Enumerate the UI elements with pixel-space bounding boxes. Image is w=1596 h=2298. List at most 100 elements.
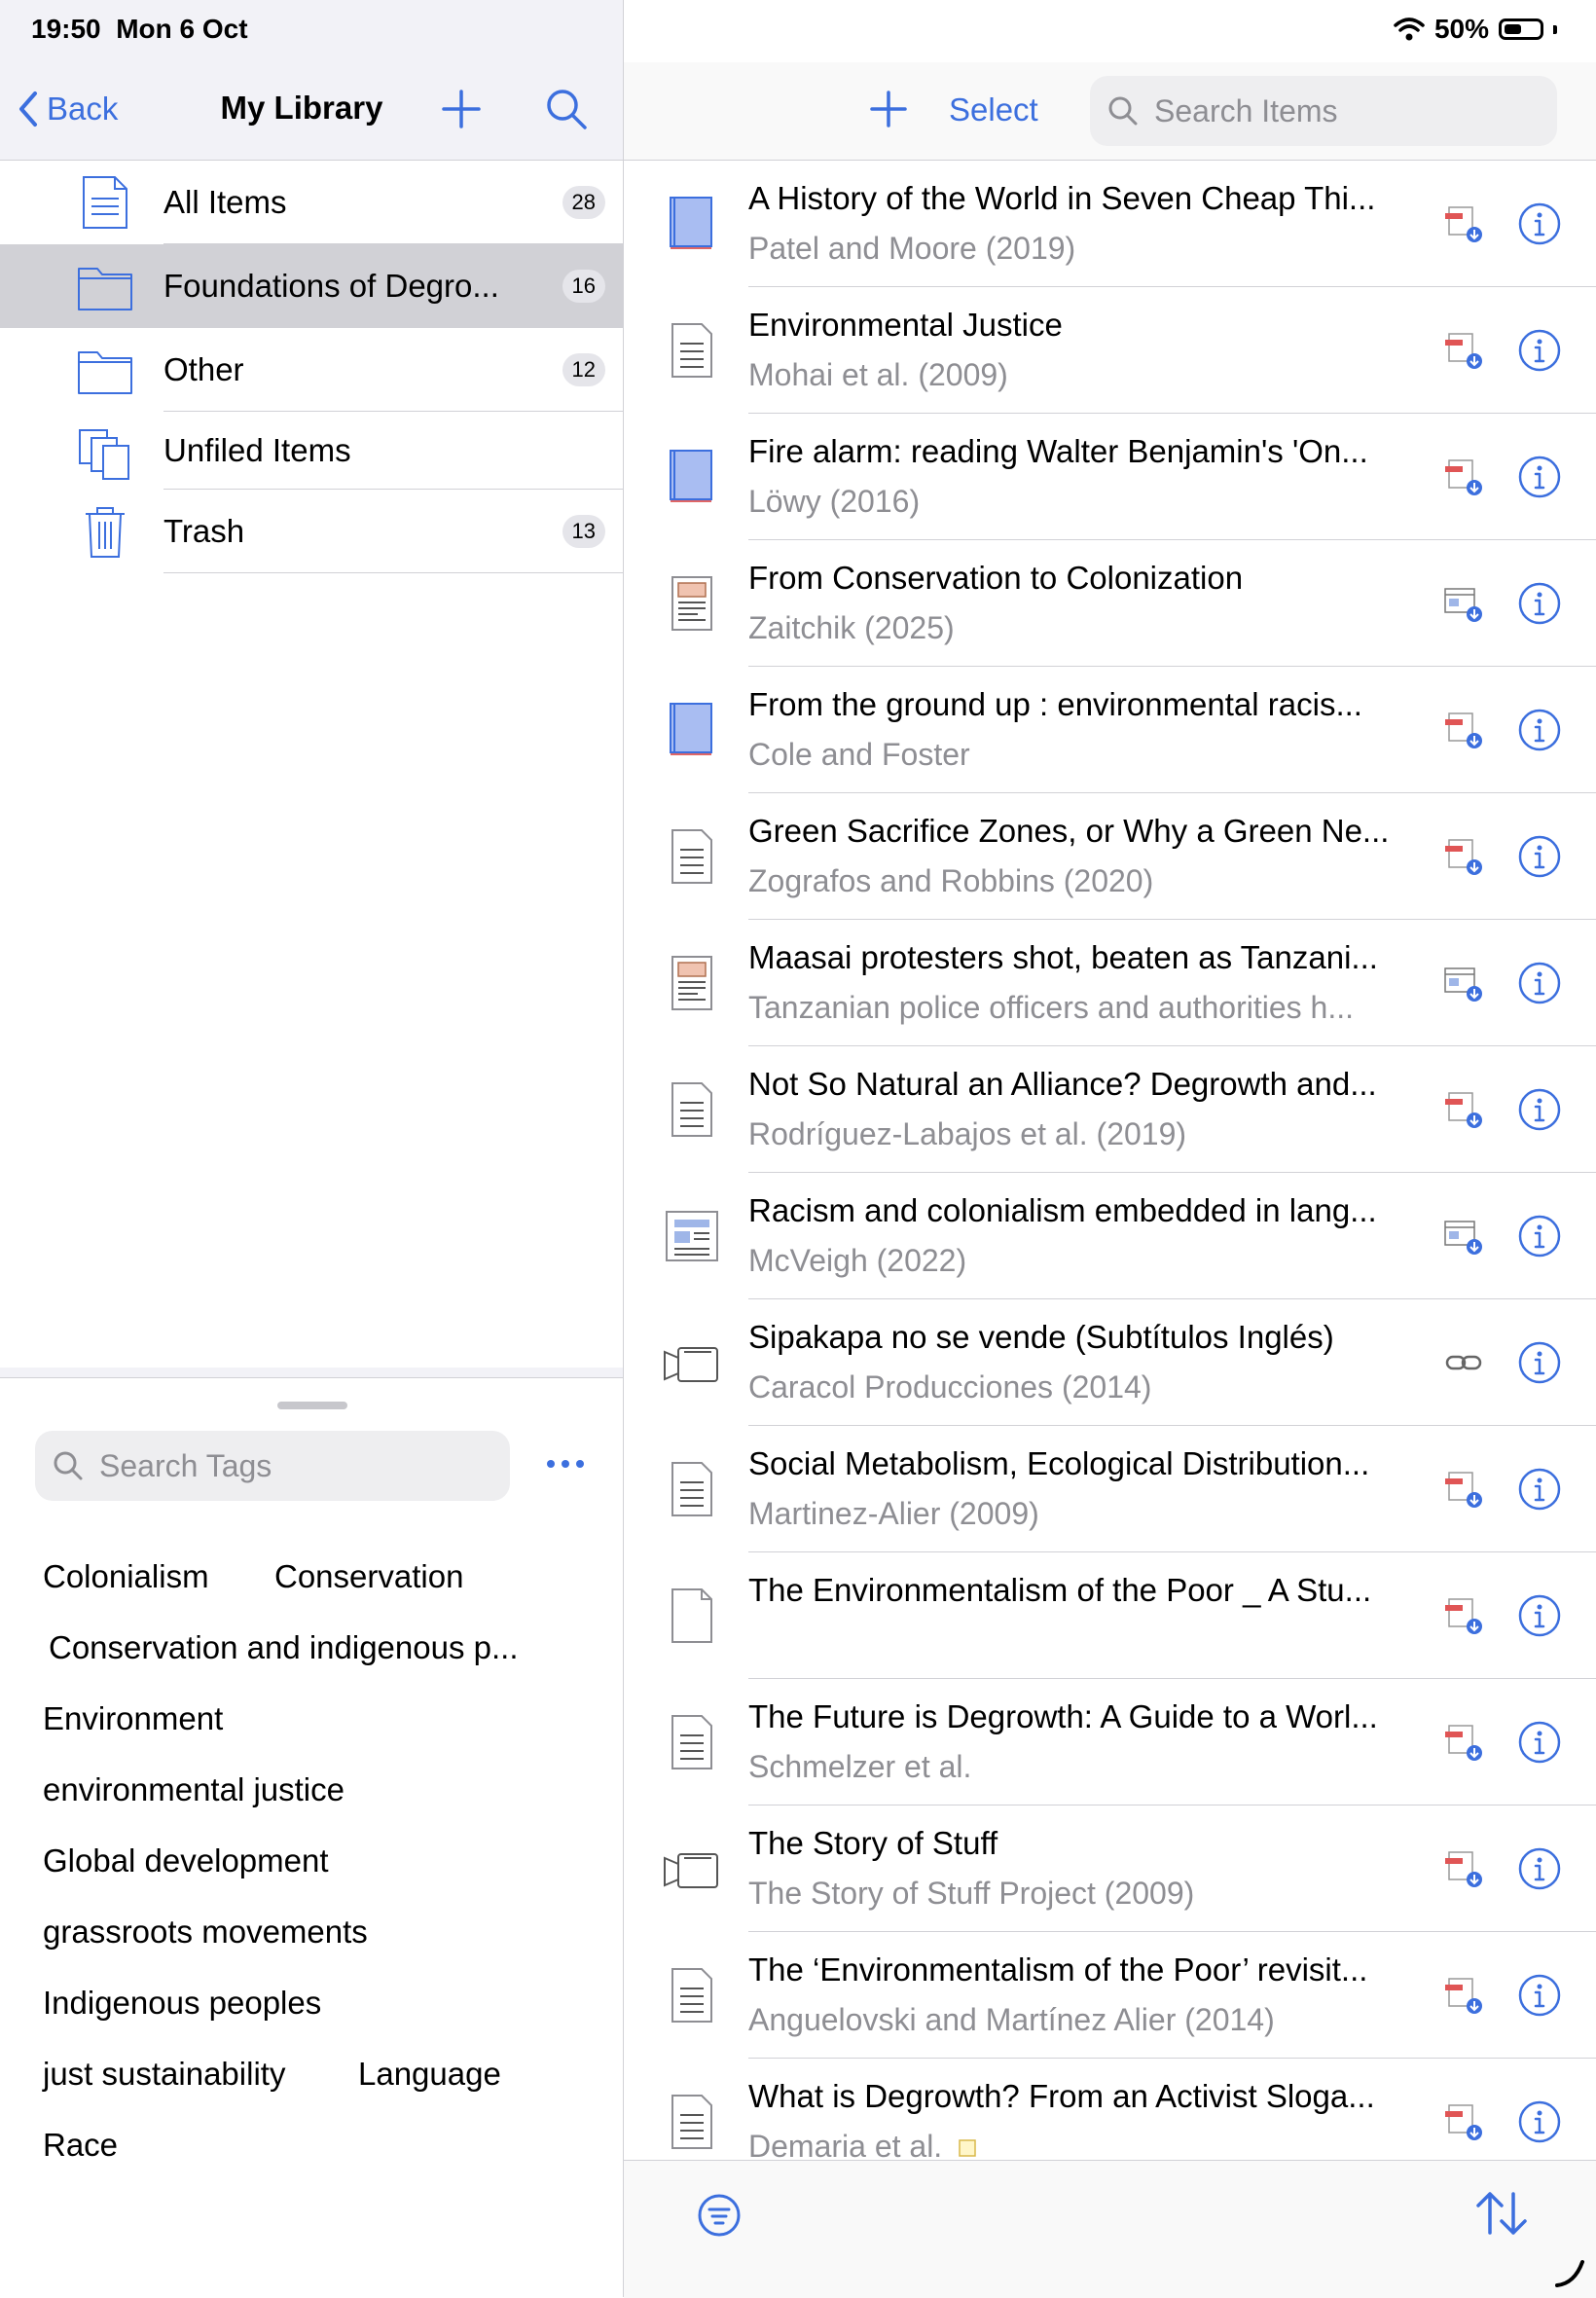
item-row[interactable]: What is Degrowth? From an Activist Sloga…: [624, 2059, 1596, 2160]
collection-row[interactable]: Other 12: [0, 328, 623, 412]
attachment-button[interactable]: [1441, 1593, 1486, 1638]
attachment-button[interactable]: [1441, 961, 1486, 1005]
attachment-button[interactable]: [1441, 1720, 1486, 1765]
info-button[interactable]: [1517, 1467, 1562, 1512]
attachment-button[interactable]: [1441, 581, 1486, 626]
attachment-button[interactable]: [1441, 1467, 1486, 1512]
tag-item[interactable]: Language: [358, 2056, 501, 2093]
item-row[interactable]: The Story of Stuff The Story of Stuff Pro…: [624, 1806, 1596, 1932]
info-button[interactable]: [1517, 1340, 1562, 1385]
item-creator: Rodríguez-Labajos et al. (2019): [748, 1116, 1391, 1152]
tag-item[interactable]: Indigenous peoples: [43, 1985, 321, 2022]
drag-handle[interactable]: [277, 1402, 347, 1409]
attachment-button[interactable]: [1441, 1846, 1486, 1891]
collection-row[interactable]: All Items 28: [0, 161, 623, 244]
more-options-icon[interactable]: [543, 1444, 588, 1483]
info-icon: [1518, 709, 1561, 751]
item-type-icon: [661, 951, 723, 1015]
info-button[interactable]: [1517, 328, 1562, 373]
info-button[interactable]: [1517, 1593, 1562, 1638]
attachment-button[interactable]: [1441, 1973, 1486, 2018]
collection-row[interactable]: Trash 13: [0, 490, 623, 573]
items-toolbar: [624, 2160, 1596, 2298]
tag-item[interactable]: Conservation: [274, 1558, 463, 1595]
info-button[interactable]: [1517, 2099, 1562, 2144]
tag-item[interactable]: Global development: [43, 1842, 329, 1879]
tag-item[interactable]: just sustainability: [43, 2056, 285, 2093]
attachment-button[interactable]: [1441, 2099, 1486, 2144]
attachment-button[interactable]: [1441, 328, 1486, 373]
item-title: What is Degrowth? From an Activist Sloga…: [748, 2078, 1375, 2114]
pdf-attachment-icon: [1445, 1472, 1482, 1508]
item-row[interactable]: The ‘Environmentalism of the Poor’ revis…: [624, 1932, 1596, 2059]
item-row[interactable]: From Conservation to Colonization Zaitchi…: [624, 540, 1596, 667]
item-row[interactable]: Social Metabolism, Ecological Distributi…: [624, 1426, 1596, 1552]
item-title: The ‘Environmentalism of the Poor’ revis…: [748, 1951, 1368, 1988]
item-type-icon: [661, 192, 723, 256]
attachment-button[interactable]: [1441, 708, 1486, 752]
attachment-button[interactable]: [1441, 455, 1486, 499]
tag-search-field[interactable]: [35, 1431, 510, 1501]
info-button[interactable]: [1517, 455, 1562, 499]
search-icon[interactable]: [543, 86, 590, 132]
add-collection-icon[interactable]: [438, 86, 485, 132]
sort-icon[interactable]: [1470, 2182, 1533, 2244]
item-search-input[interactable]: [1152, 91, 1545, 130]
tag-item[interactable]: Environment: [43, 1700, 223, 1737]
search-icon: [1108, 96, 1138, 126]
item-row[interactable]: A History of the World in Seven Cheap Th…: [624, 161, 1596, 287]
item-row[interactable]: Sipakapa no se vende (Subtítulos Inglés)…: [624, 1299, 1596, 1426]
journal-article-icon: [671, 1462, 712, 1516]
attachment-button[interactable]: [1441, 201, 1486, 246]
info-button[interactable]: [1517, 1087, 1562, 1132]
info-button[interactable]: [1517, 201, 1562, 246]
item-row[interactable]: Not So Natural an Alliance? Degrowth and…: [624, 1046, 1596, 1173]
attachment-button[interactable]: [1441, 1340, 1486, 1385]
back-button[interactable]: Back: [16, 90, 118, 128]
battery-percent: 50%: [1433, 14, 1489, 44]
back-label: Back: [47, 91, 119, 127]
item-row[interactable]: Fire alarm: reading Walter Benjamin's 'O…: [624, 414, 1596, 540]
collection-row[interactable]: Foundations of Degro... 16: [0, 244, 623, 328]
item-type-icon: [661, 571, 723, 636]
collection-row[interactable]: Unfiled Items: [0, 412, 623, 490]
resize-handle-icon[interactable]: [1553, 2256, 1588, 2291]
attachment-button[interactable]: [1441, 834, 1486, 879]
item-title: Green Sacrifice Zones, or Why a Green Ne…: [748, 813, 1390, 849]
info-button[interactable]: [1517, 1973, 1562, 2018]
tag-item[interactable]: Colonialism: [43, 1558, 209, 1595]
item-search-field[interactable]: [1090, 76, 1557, 146]
select-button[interactable]: Select: [949, 91, 1038, 128]
item-creator: Zaitchik (2025): [748, 610, 1391, 646]
info-icon: [1518, 1088, 1561, 1131]
tag-item[interactable]: Race: [43, 2127, 118, 2164]
tag-search-input[interactable]: [97, 1446, 490, 1485]
add-item-icon[interactable]: [867, 88, 910, 130]
info-button[interactable]: [1517, 1846, 1562, 1891]
tag-item[interactable]: environmental justice: [43, 1771, 345, 1808]
item-creator: Mohai et al. (2009): [748, 357, 1391, 393]
attachment-button[interactable]: [1441, 1214, 1486, 1258]
attachment-button[interactable]: [1441, 1087, 1486, 1132]
item-creator-text: Anguelovski and Martínez Alier (2014): [748, 2002, 1275, 2037]
filter-icon[interactable]: [692, 2188, 746, 2243]
info-button[interactable]: [1517, 1720, 1562, 1765]
info-button[interactable]: [1517, 961, 1562, 1005]
item-row[interactable]: Racism and colonialism embedded in lang.…: [624, 1173, 1596, 1299]
date-text: Mon 6 Oct: [116, 14, 248, 44]
tag-item[interactable]: grassroots movements: [43, 1914, 368, 1951]
info-button[interactable]: [1517, 834, 1562, 879]
magazine-article-icon: [671, 576, 712, 631]
item-row[interactable]: Green Sacrifice Zones, or Why a Green Ne…: [624, 793, 1596, 920]
trash-icon: [86, 507, 125, 558]
info-button[interactable]: [1517, 581, 1562, 626]
item-row[interactable]: The Environmentalism of the Poor _ A Stu…: [624, 1552, 1596, 1679]
item-row[interactable]: The Future is Degrowth: A Guide to a Wor…: [624, 1679, 1596, 1806]
battery-tip: [1553, 24, 1557, 34]
info-button[interactable]: [1517, 708, 1562, 752]
info-button[interactable]: [1517, 1214, 1562, 1258]
item-row[interactable]: Environmental Justice Mohai et al. (2009): [624, 287, 1596, 414]
tag-item[interactable]: Conservation and indigenous p...: [49, 1629, 519, 1666]
item-row[interactable]: From the ground up : environmental racis…: [624, 667, 1596, 793]
item-row[interactable]: Maasai protesters shot, beaten as Tanzan…: [624, 920, 1596, 1046]
